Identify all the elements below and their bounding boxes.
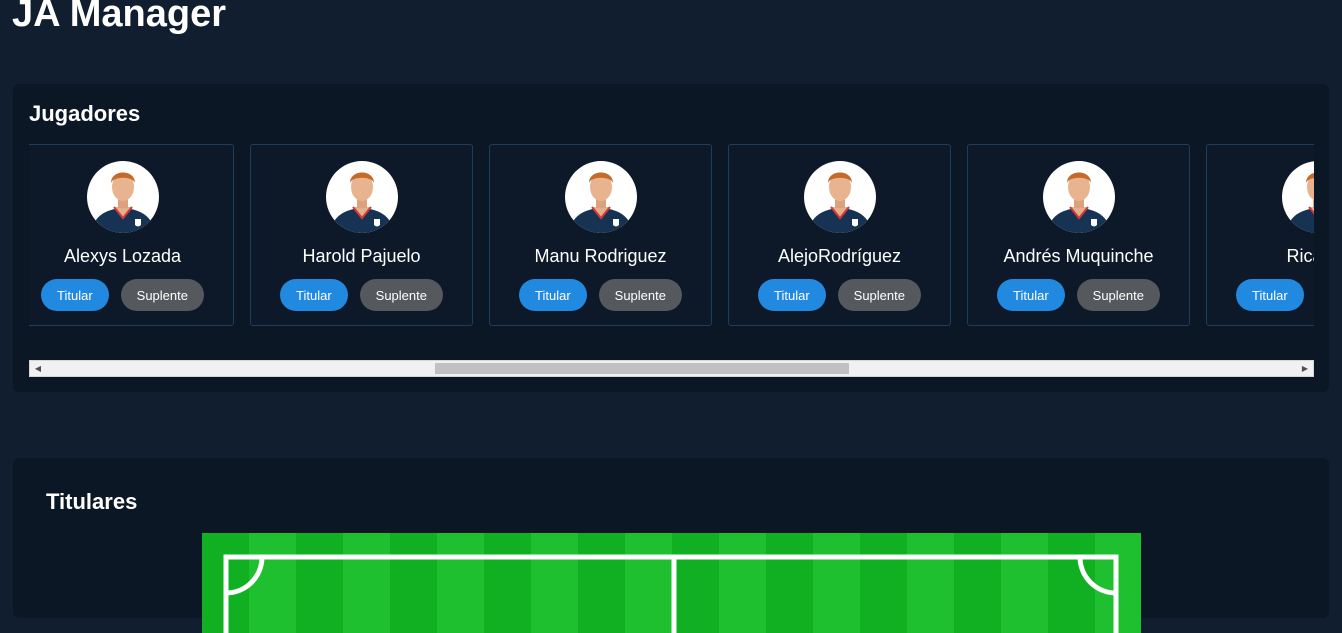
players-title: Jugadores [29, 101, 141, 126]
titular-button[interactable]: Titular [41, 279, 109, 311]
scroll-right-arrow-icon[interactable]: ▶ [1297, 361, 1313, 376]
scroll-left-arrow-icon[interactable]: ◀ [30, 361, 46, 376]
player-card: Alexys Lozada Titular Suplente [29, 144, 234, 326]
field-boundary [223, 554, 1119, 633]
suplente-button[interactable]: Suplente [1076, 279, 1160, 311]
player-avatar-icon [86, 161, 159, 233]
players-panel: Jugadores Alexys Lozada Titular Suplente [13, 84, 1329, 392]
titular-button[interactable]: Titular [997, 279, 1065, 311]
suplente-button[interactable]: Suplente [359, 279, 443, 311]
player-card: Ricardo Titular Suplente [1206, 144, 1314, 326]
starters-panel: Titulares [13, 458, 1329, 633]
field-lines [223, 554, 1119, 633]
player-avatar-icon [1281, 161, 1314, 233]
player-avatar-icon [325, 161, 398, 233]
player-actions: Titular Suplente [251, 279, 472, 311]
football-field [202, 533, 1141, 633]
corner-arc-right [1077, 556, 1117, 596]
player-name: Manu Rodriguez [534, 246, 667, 266]
titular-button[interactable]: Titular [519, 279, 587, 311]
player-name: Alexys Lozada [63, 246, 182, 266]
player-avatar-icon [564, 161, 637, 233]
player-name: AlejoRodríguez [777, 246, 902, 266]
player-actions: Titular Suplente [1207, 279, 1314, 311]
player-actions: Titular Suplente [729, 279, 950, 311]
player-name: Ricardo [1286, 246, 1314, 266]
titular-button[interactable]: Titular [280, 279, 348, 311]
titular-button[interactable]: Titular [1236, 279, 1304, 311]
players-carousel[interactable]: Alexys Lozada Titular Suplente Harold Pa… [29, 144, 1314, 330]
player-actions: Titular Suplente [29, 279, 233, 311]
titular-button[interactable]: Titular [758, 279, 826, 311]
player-card: AlejoRodríguez Titular Suplente [728, 144, 951, 326]
suplente-button[interactable]: Suplente [837, 279, 921, 311]
players-track: Alexys Lozada Titular Suplente Harold Pa… [29, 144, 1314, 326]
app-title: JA Manager [12, 0, 226, 35]
player-card: Andrés Muquinche Titular Suplente [967, 144, 1190, 326]
horizontal-scrollbar[interactable]: ◀ ▶ [29, 360, 1314, 377]
player-avatar-icon [1042, 161, 1115, 233]
player-card: Manu Rodriguez Titular Suplente [489, 144, 712, 326]
suplente-button[interactable]: Suplente [598, 279, 682, 311]
player-card: Harold Pajuelo Titular Suplente [250, 144, 473, 326]
corner-arc-left [225, 556, 265, 596]
player-avatar-icon [803, 161, 876, 233]
scroll-thumb[interactable] [435, 363, 849, 374]
suplente-button[interactable]: Suplente [120, 279, 204, 311]
player-actions: Titular Suplente [490, 279, 711, 311]
player-actions: Titular Suplente [968, 279, 1189, 311]
player-name: Harold Pajuelo [302, 246, 421, 266]
starters-title: Titulares [46, 489, 138, 514]
player-name: Andrés Muquinche [1003, 246, 1154, 266]
